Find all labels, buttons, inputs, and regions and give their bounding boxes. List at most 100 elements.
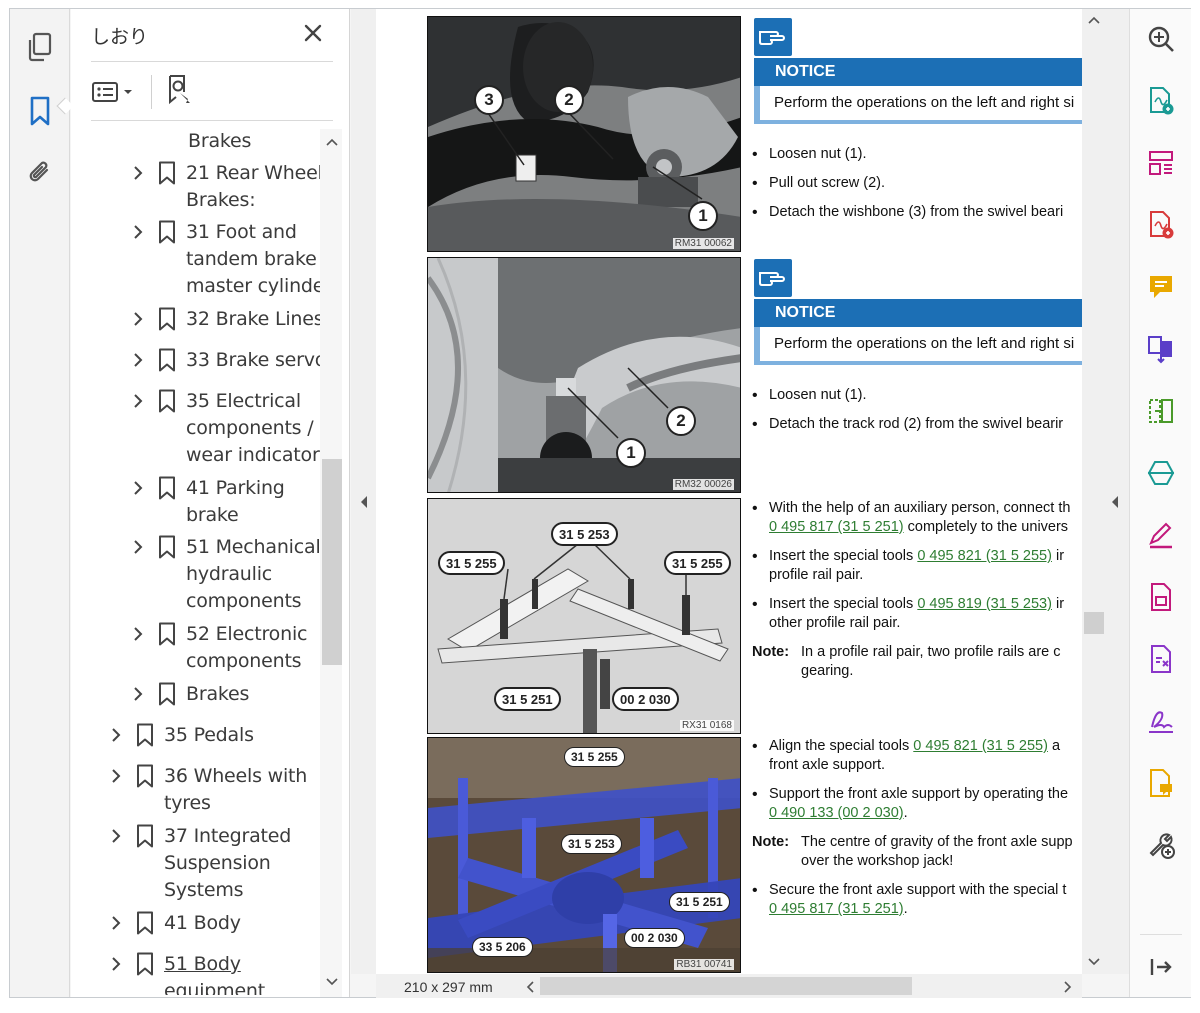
step-item: Support the front axle support by operat… bbox=[752, 785, 1082, 823]
bookmark-item-36-wheels-tyres[interactable]: 36 Wheels with tyres bbox=[108, 763, 307, 817]
tool-callout: 00 2 030 bbox=[624, 928, 685, 948]
special-tool-link[interactable]: 0 495 821 (31 5 255) bbox=[913, 738, 1048, 754]
collapse-left-panel-icon[interactable] bbox=[359, 495, 369, 509]
bookmark-item-35-pedals[interactable]: 35 Pedals bbox=[108, 722, 254, 749]
bookmark-flag-icon bbox=[159, 389, 175, 413]
step-text: Insert the special tools bbox=[769, 596, 918, 612]
expand-chevron-icon[interactable] bbox=[130, 536, 146, 558]
bookmark-item-41-body[interactable]: 41 Body bbox=[108, 910, 241, 937]
scroll-up-icon[interactable] bbox=[325, 137, 339, 147]
figure-4-photo bbox=[428, 738, 740, 972]
special-tool-link[interactable]: 0 495 817 (31 5 251) bbox=[769, 519, 904, 535]
more-tools-icon[interactable] bbox=[1145, 829, 1177, 861]
bookmark-item-31-foot-tandem-brake[interactable]: 31 Foot and tandem brake master cylinder bbox=[130, 219, 332, 300]
bookmark-label: Suspension bbox=[164, 852, 271, 874]
bookmark-tree: Brakes 21 Rear Wheel Brakes: 31 Foot and… bbox=[71, 125, 333, 995]
scroll-right-icon[interactable] bbox=[1062, 980, 1072, 994]
bookmark-item-brakes[interactable]: Brakes bbox=[130, 681, 249, 708]
bookmark-item-32-brake-lines[interactable]: 32 Brake Lines bbox=[130, 306, 324, 333]
expand-chevron-icon[interactable] bbox=[130, 349, 146, 371]
scrollbar-thumb[interactable] bbox=[322, 459, 342, 665]
bookmarks-icon[interactable] bbox=[24, 95, 56, 127]
page-thumbnails-icon[interactable] bbox=[24, 31, 56, 63]
expand-chevron-icon[interactable] bbox=[130, 162, 146, 184]
expand-chevron-icon[interactable] bbox=[108, 825, 124, 847]
step-item: With the help of an auxiliary person, co… bbox=[752, 499, 1082, 537]
bookmark-item-33-brake-servo[interactable]: 33 Brake servo bbox=[130, 347, 326, 374]
callout: 1 bbox=[616, 438, 646, 468]
organize-pages-icon[interactable] bbox=[1145, 147, 1177, 179]
expand-chevron-icon[interactable] bbox=[130, 308, 146, 330]
step-text: . bbox=[903, 805, 908, 821]
special-tool-link[interactable]: 0 495 817 (31 5 251) bbox=[769, 901, 904, 917]
bookmark-flag-icon bbox=[159, 161, 175, 185]
bookmark-item-21-rear-wheel-brakes[interactable]: 21 Rear Wheel Brakes: bbox=[130, 160, 323, 214]
export-pdf-icon[interactable] bbox=[1145, 209, 1177, 241]
attachments-icon[interactable] bbox=[24, 157, 56, 189]
notice-heading: NOTICE bbox=[754, 299, 1082, 327]
left-navigation-rail bbox=[10, 9, 70, 997]
fill-sign-icon[interactable] bbox=[1145, 705, 1177, 737]
expand-chevron-icon[interactable] bbox=[130, 221, 146, 243]
bookmark-label: Brakes bbox=[188, 130, 252, 152]
special-tool-link[interactable]: 0 495 821 (31 5 255) bbox=[917, 548, 1052, 564]
bookmark-item-41-parking-brake[interactable]: 41 Parking brake bbox=[130, 475, 285, 529]
step-item: Loosen nut (1). bbox=[752, 386, 1082, 405]
protect-pdf-icon[interactable] bbox=[1145, 581, 1177, 613]
bookmark-label: 52 Electronic bbox=[186, 623, 308, 645]
expand-chevron-icon[interactable] bbox=[130, 683, 146, 705]
horizontal-scrollbar[interactable] bbox=[522, 975, 1072, 997]
scrollbar-thumb[interactable] bbox=[1084, 612, 1104, 634]
redact-icon[interactable] bbox=[1145, 643, 1177, 675]
step-item: Pull out screw (2). bbox=[752, 174, 1082, 193]
bookmark-label: components / bbox=[186, 417, 314, 439]
create-pdf-icon[interactable] bbox=[1145, 85, 1177, 117]
expand-chevron-icon[interactable] bbox=[108, 912, 124, 934]
special-tool-link[interactable]: 0 495 819 (31 5 253) bbox=[917, 596, 1052, 612]
expand-chevron-icon[interactable] bbox=[130, 390, 146, 412]
zoom-icon[interactable] bbox=[1145, 23, 1177, 55]
bookmark-flag-icon bbox=[137, 824, 153, 848]
expand-chevron-icon[interactable] bbox=[130, 623, 146, 645]
bookmark-search-button[interactable] bbox=[166, 74, 194, 111]
expand-chevron-icon[interactable] bbox=[108, 953, 124, 975]
send-for-comments-icon[interactable] bbox=[1145, 767, 1177, 799]
combine-files-icon[interactable] bbox=[1145, 333, 1177, 365]
document-scrollbar[interactable] bbox=[1082, 9, 1106, 974]
scroll-left-icon[interactable] bbox=[526, 980, 536, 994]
expand-chevron-icon[interactable] bbox=[130, 477, 146, 499]
bookmark-item-brakes-cont[interactable]: Brakes bbox=[188, 128, 251, 155]
special-tool-link[interactable]: 0 490 133 (00 2 030) bbox=[769, 805, 904, 821]
scrollbar-thumb[interactable] bbox=[540, 977, 912, 995]
scan-ocr-icon[interactable] bbox=[1145, 457, 1177, 489]
edit-pdf-icon[interactable] bbox=[1145, 519, 1177, 551]
scroll-up-icon[interactable] bbox=[1087, 15, 1101, 25]
close-panel-icon[interactable] bbox=[301, 21, 325, 45]
pdf-viewer-window: しおり Brakes 21 Rear Wheel Brakes: 31 Foot… bbox=[0, 0, 1200, 1013]
expand-chevron-icon[interactable] bbox=[108, 765, 124, 787]
compare-files-icon[interactable] bbox=[1145, 395, 1177, 427]
bookmark-options-button[interactable] bbox=[91, 80, 135, 104]
bookmark-label: components bbox=[186, 590, 302, 612]
scroll-down-icon[interactable] bbox=[325, 977, 339, 987]
tool-callout: 31 5 255 bbox=[564, 747, 625, 767]
bookmark-item-51-mechanical-hydraulic[interactable]: 51 Mechanical hydraulic components bbox=[130, 534, 321, 615]
bookmark-label: components bbox=[186, 650, 302, 672]
bookmark-label: 37 Integrated bbox=[164, 825, 292, 847]
bookmarks-scrollbar[interactable] bbox=[320, 129, 342, 997]
bookmark-item-35-electrical-components[interactable]: 35 Electrical components / wear indicato… bbox=[130, 388, 320, 469]
scroll-down-icon[interactable] bbox=[1087, 957, 1101, 967]
collapse-right-panel-icon[interactable] bbox=[1110, 495, 1120, 509]
callout: 1 bbox=[688, 201, 718, 231]
bookmark-item-37-integrated-suspension[interactable]: 37 Integrated Suspension Systems bbox=[108, 823, 291, 904]
comment-icon[interactable] bbox=[1145, 271, 1177, 303]
step-text: With the help of an auxiliary person, co… bbox=[769, 500, 1071, 516]
step-text: . bbox=[903, 901, 908, 917]
bookmark-item-51-body-equipment[interactable]: 51 Body equipment bbox=[108, 951, 265, 995]
step-item: Detach the wishbone (3) from the swivel … bbox=[752, 203, 1082, 222]
bookmark-label: equipment bbox=[164, 980, 266, 995]
collapse-tools-icon[interactable] bbox=[1145, 951, 1177, 983]
bookmark-item-52-electronic-components[interactable]: 52 Electronic components bbox=[130, 621, 307, 675]
expand-chevron-icon[interactable] bbox=[108, 724, 124, 746]
figure-axle-support-photo: 31 5 255 31 5 253 31 5 251 00 2 030 33 5… bbox=[427, 737, 741, 973]
